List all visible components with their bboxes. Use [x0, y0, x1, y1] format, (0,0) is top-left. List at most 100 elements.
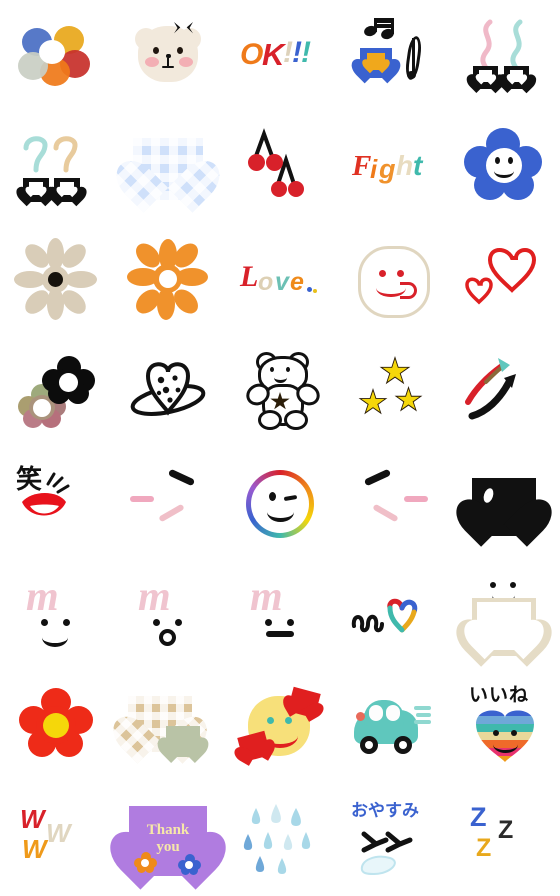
music-notes-art: [350, 14, 434, 98]
oyasumi-sleep-art: おやすみ: [350, 798, 434, 882]
thank-you-heart-art: Thank you: [126, 798, 210, 882]
fight-text-art: F i g h t: [350, 126, 434, 210]
m-hair-3: m: [250, 574, 283, 620]
sticker-cell-oyasumi-sleep[interactable]: おやすみ: [336, 784, 448, 896]
love-text-art: L o v e: [238, 238, 322, 322]
sticker-cell-right-emphasis-lines[interactable]: [336, 448, 448, 560]
iine-rainbow-heart-art: いいね: [462, 686, 546, 770]
sticker-cell-fight-text[interactable]: F i g h t: [336, 112, 448, 224]
sticker-cell-zzz-text[interactable]: Z Z Z: [448, 784, 560, 896]
ok-letter-k: K: [262, 37, 285, 72]
sticker-cell-teal-car[interactable]: [336, 672, 448, 784]
sticker-cell-multicolor-flower[interactable]: Multicolor flower: [0, 0, 112, 112]
black-rainbow-flowers-art: [14, 350, 98, 434]
z-letter-3: Z: [476, 834, 492, 862]
laugh-kanji: 笑: [16, 464, 43, 494]
emoji-sticker-grid: Multicolor flower Cream bear face with r…: [0, 0, 560, 896]
m-flat-face-art: m: [238, 574, 322, 658]
cream-bear-art: Cream bear face with ribbon: [126, 14, 210, 98]
orange-daisy-art: [126, 238, 210, 322]
cream-heart-face-art: [462, 574, 546, 658]
sticker-cell-gingham-heart-blue[interactable]: [112, 112, 224, 224]
sticker-cell-love-text[interactable]: L o v e: [224, 224, 336, 336]
sticker-cell-blue-smiley-flower[interactable]: [448, 112, 560, 224]
sticker-cell-scribble-rainbow-heart[interactable]: [336, 560, 448, 672]
ok-excl-3: !: [301, 36, 311, 69]
zzz-text-art: Z Z Z: [462, 798, 546, 882]
z-letter-1: Z: [470, 802, 487, 832]
sticker-cell-yellow-smiley-hearts[interactable]: [224, 672, 336, 784]
red-yellow-flower-art: [14, 686, 98, 770]
scribble-rainbow-heart-art: [350, 574, 434, 658]
w-letter-1: W: [20, 804, 45, 834]
right-emphasis-lines-art: [350, 462, 434, 546]
three-stars-art: [350, 350, 434, 434]
sticker-cell-red-yellow-flower[interactable]: [0, 672, 112, 784]
oyasumi-text: おやすみ: [351, 801, 419, 820]
curved-arrows-art: [462, 350, 546, 434]
sticker-cell-cherries[interactable]: [224, 112, 336, 224]
www-text-art: W W W: [14, 798, 98, 882]
sticker-cell-music-notes-heart[interactable]: [336, 0, 448, 112]
fight-letter-g: g: [379, 154, 396, 184]
m-surprised-face-art: m: [126, 574, 210, 658]
sticker-cell-dotted-heart-outline[interactable]: [112, 336, 224, 448]
sticker-cell-m-smile-face[interactable]: m: [0, 560, 112, 672]
rainbow-ring-wink-art: [238, 462, 322, 546]
left-emphasis-lines-art: [126, 462, 210, 546]
squiggle-hearts-art: [462, 14, 546, 98]
rain-drops-art: [238, 798, 322, 882]
gingham-heart-tan-art: [126, 686, 210, 770]
w-letter-2: W: [46, 818, 71, 848]
ok-text-art: O K ! ! !: [238, 14, 322, 98]
yellow-smiley-hearts-art: [237, 686, 322, 770]
m-hair-2: m: [138, 574, 171, 620]
sticker-cell-black-heart[interactable]: [448, 448, 560, 560]
love-letter-l: L: [240, 260, 259, 293]
question-hearts-art: [14, 126, 98, 210]
sticker-cell-curved-arrows[interactable]: [448, 336, 560, 448]
multicolor-flower-art: [18, 24, 92, 88]
sticker-cell-red-outline-hearts[interactable]: [448, 224, 560, 336]
sticker-cell-cream-heart-face[interactable]: [448, 560, 560, 672]
gingham-heart-blue-art: [126, 126, 210, 210]
sticker-cell-orange-daisy[interactable]: [112, 224, 224, 336]
sticker-cell-white-bear-star[interactable]: [224, 336, 336, 448]
love-letter-v: v: [275, 268, 289, 296]
dotted-heart-art: [126, 350, 210, 434]
sticker-cell-squiggle-hearts[interactable]: [448, 0, 560, 112]
sticker-cell-iine-rainbow-heart[interactable]: いいね: [448, 672, 560, 784]
ok-letter-o: O: [240, 38, 264, 71]
sticker-cell-left-emphasis-lines[interactable]: [112, 448, 224, 560]
teal-car-art: [350, 686, 434, 770]
sticker-cell-white-face-tongue[interactable]: [336, 224, 448, 336]
laugh-lips-art: 笑: [14, 462, 98, 546]
sticker-cell-three-stars[interactable]: [336, 336, 448, 448]
w-letter-3: W: [22, 834, 47, 864]
sticker-cell-m-flat-face[interactable]: m: [224, 560, 336, 672]
sticker-cell-black-rainbow-flowers[interactable]: [0, 336, 112, 448]
sticker-cell-beige-daisy[interactable]: [0, 224, 112, 336]
love-letter-o: o: [258, 268, 274, 296]
m-hair-1: m: [26, 574, 59, 620]
sticker-cell-rain-drops[interactable]: [224, 784, 336, 896]
red-outline-hearts-art: [462, 238, 546, 322]
m-smile-face-art: m: [14, 574, 98, 658]
fight-letter-h: h: [396, 150, 414, 181]
love-letter-e: e: [290, 268, 304, 296]
black-heart-art: [462, 462, 546, 546]
sticker-cell-rainbow-ring-wink[interactable]: [224, 448, 336, 560]
sticker-cell-ok-text[interactable]: O K ! ! !: [224, 0, 336, 112]
sticker-cell-thank-you-heart[interactable]: Thank you: [112, 784, 224, 896]
sticker-cell-www-text[interactable]: W W W: [0, 784, 112, 896]
cherries-art: [238, 126, 322, 210]
blue-smiley-flower-art: [462, 126, 546, 210]
sticker-cell-cream-bear-face[interactable]: Cream bear face with ribbon: [112, 0, 224, 112]
sticker-cell-m-surprised-face[interactable]: m: [112, 560, 224, 672]
iine-text: いいね: [469, 685, 530, 706]
sticker-cell-gingham-heart-tan[interactable]: [112, 672, 224, 784]
sticker-cell-laugh-lips[interactable]: 笑: [0, 448, 112, 560]
sticker-cell-question-mark-hearts[interactable]: [0, 112, 112, 224]
white-bear-star-art: [238, 350, 324, 434]
z-letter-2: Z: [498, 816, 514, 844]
